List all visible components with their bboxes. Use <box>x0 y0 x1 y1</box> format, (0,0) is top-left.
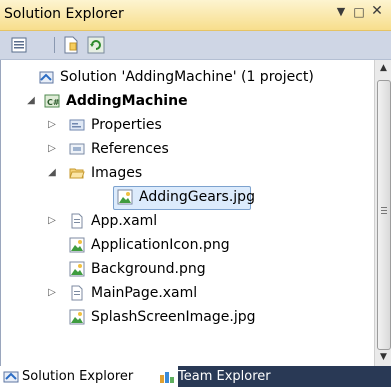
references-icon <box>69 143 85 155</box>
tree-item-label: MainPage.xaml <box>91 285 198 301</box>
image-file-icon <box>117 189 133 205</box>
collapse-icon[interactable]: ◢ <box>25 89 37 113</box>
collapse-icon[interactable]: ◢ <box>46 161 58 185</box>
tree-item-label: References <box>91 141 169 157</box>
csharp-project-icon: C# <box>44 94 60 108</box>
xaml-file-icon <box>71 285 83 301</box>
tree-item-label: AddingMachine <box>66 93 188 109</box>
tree-item-applicationicon[interactable]: ApplicationIcon.png <box>1 233 375 257</box>
tree-item-app-xaml[interactable]: ▷ App.xaml <box>1 209 375 233</box>
thumb-grip <box>381 213 387 214</box>
image-file-icon <box>69 237 85 253</box>
scroll-down-arrow-icon[interactable]: ▼ <box>375 349 391 366</box>
tree-item-properties[interactable]: ▷ Properties <box>1 113 375 137</box>
tree-item-label: Images <box>91 165 143 181</box>
image-file-icon <box>69 309 85 325</box>
show-all-files-icon[interactable] <box>61 35 81 55</box>
image-file-icon <box>69 261 85 277</box>
expand-icon[interactable]: ▷ <box>46 137 58 161</box>
thumb-grip <box>381 210 387 211</box>
tree-item-addinggears[interactable]: AddingGears.jpg <box>1 185 375 209</box>
expand-icon[interactable]: ▷ <box>46 209 58 233</box>
vertical-scrollbar[interactable]: ▲ ▼ <box>374 60 391 366</box>
tree-item-label: SplashScreenImage.jpg <box>91 309 256 325</box>
xaml-file-icon <box>71 213 83 229</box>
toolbar-separator <box>54 37 55 53</box>
refresh-icon[interactable] <box>86 35 106 55</box>
tree-item-label: AddingGears.jpg <box>139 189 255 205</box>
tab-label: Team Explorer <box>178 369 271 384</box>
tab-label: Solution Explorer <box>22 369 134 384</box>
tree-item-label: Solution 'AddingMachine' (1 project) <box>60 69 314 85</box>
tree-item-splashscreen[interactable]: SplashScreenImage.jpg <box>1 305 375 329</box>
expand-icon[interactable]: ▷ <box>46 281 58 305</box>
solution-explorer-icon <box>3 371 19 383</box>
panel-title-bar[interactable]: Solution Explorer ▼ □ ✕ <box>0 0 391 31</box>
tree-item-mainpage-xaml[interactable]: ▷ MainPage.xaml <box>1 281 375 305</box>
thumb-grip <box>381 207 387 208</box>
dropdown-icon[interactable]: ▼ <box>334 5 348 18</box>
team-explorer-icon <box>160 372 174 383</box>
svg-text:C#: C# <box>47 98 60 107</box>
properties-folder-icon <box>69 119 85 131</box>
toolbar <box>0 31 391 60</box>
tree-item-background[interactable]: Background.png <box>1 257 375 281</box>
scroll-up-arrow-icon[interactable]: ▲ <box>375 60 391 77</box>
panel-title: Solution Explorer <box>4 6 124 22</box>
open-folder-icon <box>69 168 85 179</box>
scrollbar-thumb[interactable] <box>377 80 391 350</box>
tab-solution-explorer[interactable]: Solution Explorer <box>0 366 178 387</box>
tool-window-tabs: Solution Explorer Team Explorer <box>0 366 391 387</box>
tree-item-label: ApplicationIcon.png <box>91 237 230 253</box>
tree-item-label: Background.png <box>91 261 206 277</box>
solution-tree[interactable]: Solution 'AddingMachine' (1 project) ◢ C… <box>0 60 375 366</box>
tree-item-project[interactable]: ◢ C# AddingMachine <box>1 89 375 113</box>
tree-item-label: Properties <box>91 117 162 133</box>
tree-item-solution[interactable]: Solution 'AddingMachine' (1 project) <box>1 65 375 89</box>
tree-item-label: App.xaml <box>91 213 158 229</box>
expand-icon[interactable]: ▷ <box>46 113 58 137</box>
tab-team-explorer[interactable]: Team Explorer <box>156 366 344 387</box>
properties-icon[interactable] <box>9 35 29 55</box>
solution-icon <box>39 71 54 84</box>
tree-item-images-folder[interactable]: ◢ Images <box>1 161 375 185</box>
solution-explorer-panel: Solution Explorer ▼ □ ✕ Solution 'Adding… <box>0 0 391 387</box>
close-icon[interactable]: ✕ <box>370 3 384 19</box>
maximize-icon[interactable]: □ <box>352 5 366 19</box>
tree-item-references[interactable]: ▷ References <box>1 137 375 161</box>
